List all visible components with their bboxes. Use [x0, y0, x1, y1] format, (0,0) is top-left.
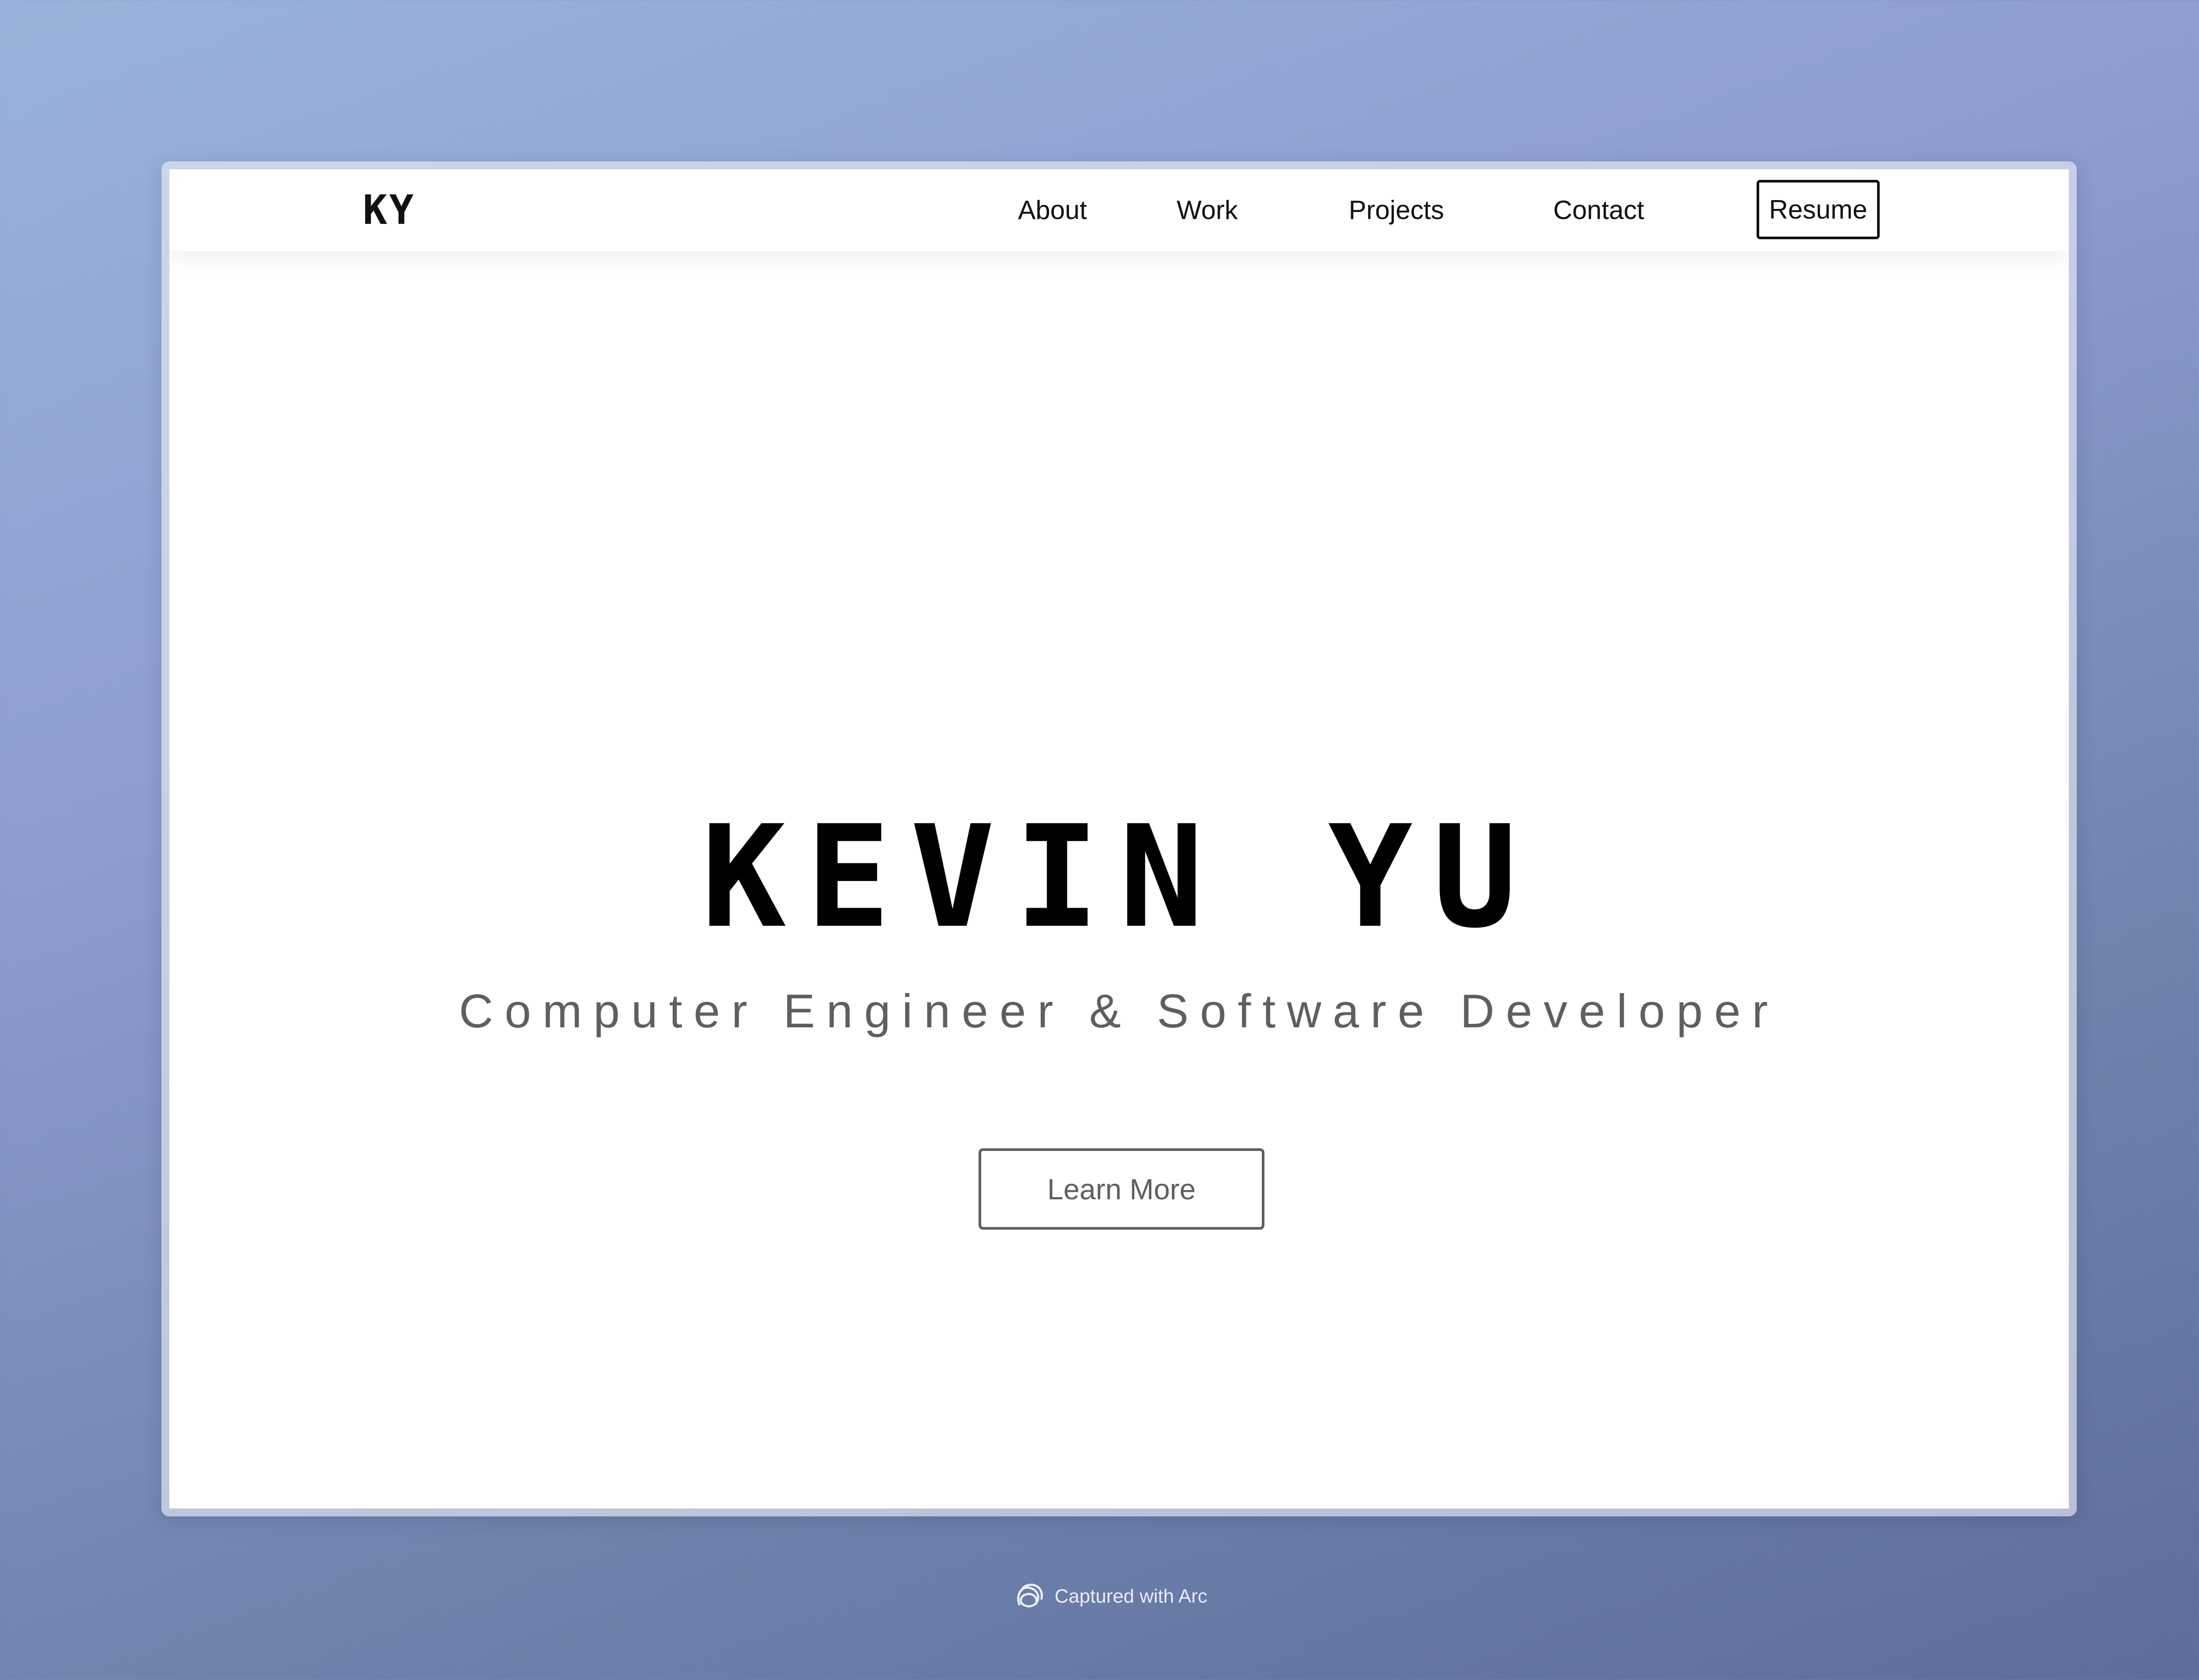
logo-text: KY	[363, 186, 416, 234]
browser-window: KY About Work Projects Contact Resume KE…	[161, 161, 2077, 1516]
nav-link-about[interactable]: About	[995, 187, 1110, 233]
learn-more-button[interactable]: Learn More	[979, 1148, 1264, 1230]
capture-badge: Captured with Arc	[1012, 1577, 1207, 1616]
nav-link-projects[interactable]: Projects	[1326, 187, 1467, 233]
resume-button[interactable]: Resume	[1757, 180, 1880, 239]
nav-link-work[interactable]: Work	[1163, 187, 1251, 233]
site-logo[interactable]: KY	[363, 182, 433, 239]
hero-title: KEVIN YU	[701, 796, 1537, 959]
webpage: KY About Work Projects Contact Resume KE…	[169, 169, 2069, 1508]
arc-logo-icon	[1017, 1584, 1043, 1607]
nav-link-contact[interactable]: Contact	[1533, 187, 1665, 233]
capture-label: Captured with Arc	[1055, 1585, 1208, 1607]
top-navbar: KY About Work Projects Contact Resume	[169, 169, 2069, 251]
hero-subtitle: Computer Engineer & Software Developer	[459, 984, 1779, 1037]
